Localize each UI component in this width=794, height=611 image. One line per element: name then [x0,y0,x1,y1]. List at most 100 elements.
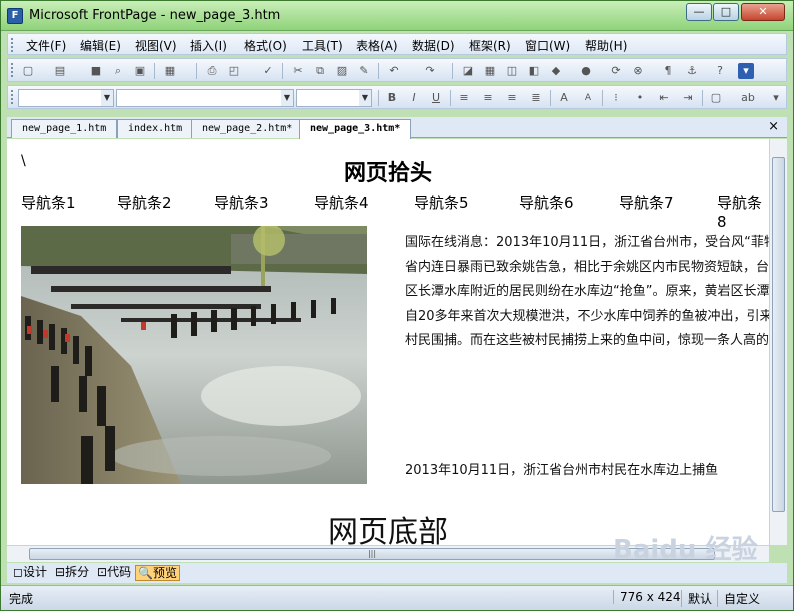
nav-link-5[interactable]: 导航条5 [414,192,469,213]
menu-format[interactable]: 格式(O) [244,37,287,54]
menu-tools[interactable]: 工具(T) [302,37,343,54]
minimize-button[interactable]: — [686,3,712,21]
split-view-icon: ⊟ [55,565,66,579]
frontpage-app-icon: F [7,8,23,24]
title-bar: F Microsoft FrontPage - new_page_3.htm —… [1,1,793,31]
design-view-icon: ◻ [13,565,23,579]
align-left-icon[interactable]: ≡ [456,90,472,106]
new-page-icon[interactable]: ▢ [20,63,36,79]
highlight-icon[interactable]: ab [740,90,756,106]
menu-edit[interactable]: 编辑(E) [80,37,121,54]
menu-table[interactable]: 表格(A) [356,37,398,54]
justify-icon[interactable]: ≣ [528,90,544,106]
tab-new-page-2[interactable]: new_page_2.htm* [191,119,304,138]
view-code-tab[interactable]: ⊡代码 [95,565,133,581]
decrease-indent-icon[interactable]: ⇤ [656,90,672,106]
help-icon[interactable]: ? [712,63,728,79]
toolbar-options-icon[interactable]: ▾ [738,63,754,79]
bold-icon[interactable]: B [384,90,400,106]
print-icon[interactable]: ⎙ [204,63,220,79]
drawing-icon[interactable]: ◆ [548,63,564,79]
tab-index[interactable]: index.htm [117,119,194,138]
toolbar-separator [702,90,703,106]
stop-icon[interactable]: ⊗ [630,63,646,79]
insert-layer-icon[interactable]: ◫ [504,63,520,79]
undo-icon[interactable]: ↶ [386,63,402,79]
open-icon[interactable]: ▤ [52,63,68,79]
nav-link-6[interactable]: 导航条6 [519,192,574,213]
style-dropdown[interactable]: ▼ [18,89,114,107]
toolbar-separator [550,90,551,106]
bullets-icon[interactable]: • [632,90,648,106]
italic-icon[interactable]: I [406,90,422,106]
font-size-dropdown[interactable]: ▼ [296,89,372,107]
close-tab-icon[interactable]: × [768,119,779,134]
decrease-font-icon[interactable]: A [580,90,596,106]
menu-view[interactable]: 视图(V) [135,37,177,54]
toolbar-separator [378,90,379,106]
default-mode-indicator[interactable]: 默认 [681,590,712,607]
nav-link-7[interactable]: 导航条7 [619,192,674,213]
web-component-icon[interactable]: ◪ [460,63,476,79]
toolbar-options-icon[interactable]: ▾ [768,90,784,106]
underline-icon[interactable]: U [428,90,444,106]
tab-new-page-1[interactable]: new_page_1.htm [11,119,118,138]
view-code-label: 代码 [107,565,132,579]
menu-frames[interactable]: 框架(R) [469,37,511,54]
nav-link-8[interactable]: 导航条8 [717,192,769,231]
cut-icon[interactable]: ✂ [290,63,306,79]
borders-icon[interactable]: ▢ [708,90,724,106]
spelling-icon[interactable]: ✓ [260,63,276,79]
custom-mode-indicator[interactable]: 自定义 [717,590,760,607]
vertical-scrollbar[interactable] [769,139,787,545]
page-canvas[interactable]: \ 网页拾头 导航条1 导航条2 导航条3 导航条4 导航条5 导航条6 导航条… [7,139,769,545]
nav-link-1[interactable]: 导航条1 [21,192,76,213]
numbering-icon[interactable]: ⁝ [608,90,624,106]
toolbar-grip-icon[interactable] [11,90,14,104]
view-split-label: 拆分 [65,565,90,579]
view-split-tab[interactable]: ⊟拆分 [53,565,91,581]
toggle-pane-icon[interactable]: ▦ [162,63,178,79]
hyperlink-icon[interactable]: ● [578,63,594,79]
font-dropdown[interactable]: ▼ [116,89,294,107]
menu-file[interactable]: 文件(F) [26,37,66,54]
menu-data[interactable]: 数据(D) [412,37,455,54]
view-preview-tab[interactable]: 🔍预览 [135,565,180,581]
nav-link-4[interactable]: 导航条4 [314,192,369,213]
show-all-icon[interactable]: ¶ [660,63,676,79]
align-right-icon[interactable]: ≡ [504,90,520,106]
menu-grip-icon[interactable] [11,38,14,52]
anchor-icon[interactable]: ⚓ [684,63,700,79]
close-button[interactable]: ✕ [741,3,785,21]
increase-font-icon[interactable]: A [556,90,572,106]
search-icon[interactable]: ⌕ [110,63,126,79]
insert-picture-icon[interactable]: ◧ [526,63,542,79]
maximize-button[interactable]: □ [713,3,739,21]
nav-link-2[interactable]: 导航条2 [117,192,172,213]
preview-icon[interactable]: ◰ [226,63,242,79]
menu-help[interactable]: 帮助(H) [585,37,627,54]
copy-icon[interactable]: ⧉ [312,63,328,79]
frontpage-window: F Microsoft FrontPage - new_page_3.htm —… [0,0,794,611]
align-center-icon[interactable]: ≡ [480,90,496,106]
chevron-down-icon: ▼ [359,90,371,106]
page-heading: 网页拾头 [343,160,432,186]
nav-link-3[interactable]: 导航条3 [214,192,269,213]
menu-insert[interactable]: 插入(I) [190,37,227,54]
vertical-scroll-thumb[interactable] [772,157,785,512]
insert-table-icon[interactable]: ▦ [482,63,498,79]
refresh-icon[interactable]: ⟳ [608,63,624,79]
photo-caption: 2013年10月11日，浙江省台州市村民在水库边上捕鱼 [405,463,719,478]
view-design-tab[interactable]: ◻设计 [11,565,49,581]
baidu-watermark: Baidu 经验 [613,535,758,565]
save-icon[interactable]: ■ [88,63,104,79]
menu-window[interactable]: 窗口(W) [525,37,570,54]
format-painter-icon[interactable]: ✎ [356,63,372,79]
publish-icon[interactable]: ▣ [132,63,148,79]
tab-new-page-3[interactable]: new_page_3.htm* [299,119,412,139]
redo-icon[interactable]: ↷ [422,63,438,79]
increase-indent-icon[interactable]: ⇥ [680,90,696,106]
page-size-indicator[interactable]: 776 x 424 [613,590,681,604]
paste-icon[interactable]: ▨ [334,63,350,79]
toolbar-grip-icon[interactable] [11,63,14,77]
